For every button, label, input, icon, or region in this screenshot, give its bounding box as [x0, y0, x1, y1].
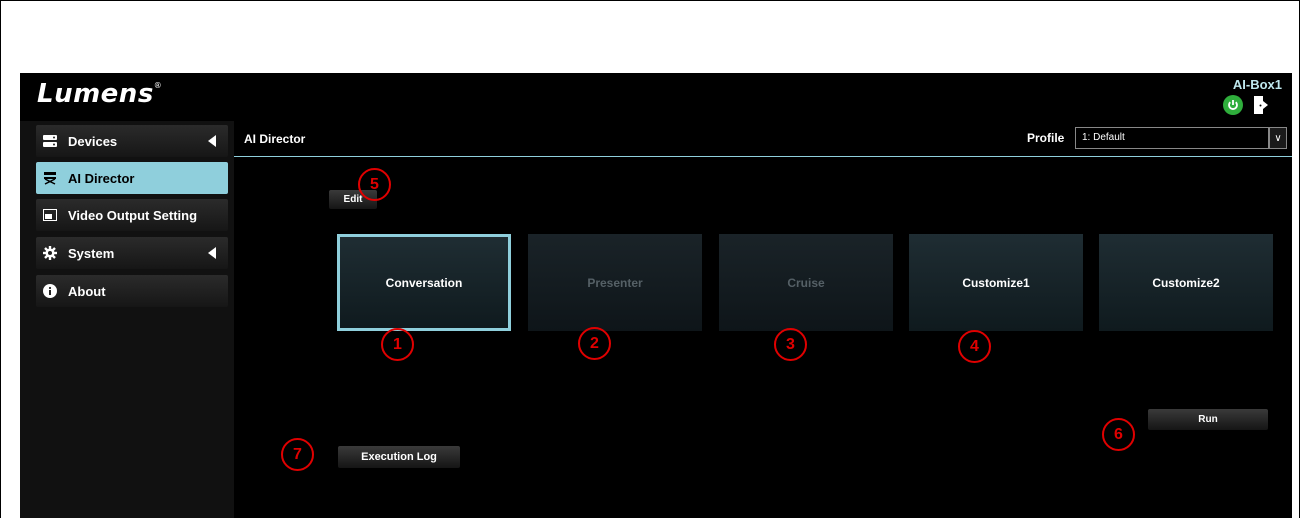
header: Lumens® AI-Box1: [20, 73, 1292, 121]
expand-arrow-icon: [208, 135, 216, 147]
screenshot-frame: Lumens® AI-Box1 Devices AI Director Vide…: [0, 0, 1300, 518]
main-content: AI Director Profile 1: Default ∨ Edit Co…: [234, 121, 1292, 518]
sidebar-item-label: About: [68, 283, 106, 299]
title-bar: AI Director Profile 1: Default ∨: [234, 121, 1292, 157]
sidebar-item-system[interactable]: System: [36, 237, 228, 269]
profile-label: Profile: [1027, 131, 1065, 145]
chevron-down-icon[interactable]: ∨: [1269, 127, 1287, 149]
power-icon[interactable]: [1223, 95, 1243, 115]
sidebar-item-about[interactable]: About: [36, 275, 228, 307]
annotation-marker: 6: [1102, 418, 1135, 451]
annotation-marker: 4: [958, 330, 991, 363]
annotation-marker: 1: [381, 328, 414, 361]
profile-select[interactable]: 1: Default: [1075, 127, 1269, 149]
annotation-marker: 7: [281, 438, 314, 471]
mode-customize1[interactable]: Customize1: [909, 234, 1083, 331]
video-output-icon: [42, 207, 58, 223]
sidebar-item-label: System: [68, 245, 115, 261]
mode-cruise[interactable]: Cruise: [719, 234, 893, 331]
sidebar-item-label: Devices: [68, 133, 118, 149]
annotation-marker: 2: [578, 327, 611, 360]
sidebar-item-devices[interactable]: Devices: [36, 125, 228, 157]
info-icon: [42, 283, 58, 299]
execution-log-button[interactable]: Execution Log: [338, 446, 460, 468]
logout-icon[interactable]: [1253, 95, 1271, 115]
mode-presenter[interactable]: Presenter: [528, 234, 702, 331]
sidebar-item-video-output-setting[interactable]: Video Output Setting: [36, 199, 228, 231]
sidebar-item-label: AI Director: [68, 170, 135, 186]
gear-icon: [42, 245, 58, 261]
mode-customize2[interactable]: Customize2: [1099, 234, 1273, 331]
devices-icon: [42, 133, 58, 149]
lumens-logo: Lumens®: [37, 79, 163, 109]
expand-arrow-icon: [208, 247, 216, 259]
page-title: AI Director: [244, 132, 306, 146]
annotation-marker: 3: [774, 328, 807, 361]
mode-conversation[interactable]: Conversation: [337, 234, 511, 331]
app-window: Lumens® AI-Box1 Devices AI Director Vide…: [20, 73, 1292, 518]
sidebar-item-ai-director[interactable]: AI Director: [36, 162, 228, 194]
annotation-marker: 5: [358, 168, 391, 201]
device-name: AI-Box1: [1232, 77, 1282, 92]
run-button[interactable]: Run: [1148, 409, 1268, 430]
sidebar-item-label: Video Output Setting: [68, 207, 198, 223]
director-chair-icon: [42, 170, 58, 186]
sidebar: Devices AI Director Video Output Setting: [20, 121, 234, 518]
